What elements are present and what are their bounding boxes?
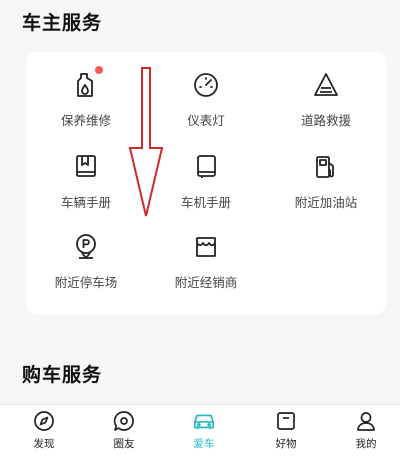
- service-vehicle-manual[interactable]: 车辆手册: [26, 152, 146, 222]
- tab-discover[interactable]: 发现: [14, 409, 74, 455]
- oil-bottle-icon: [71, 66, 103, 100]
- owner-services-card: 保养维修 仪表灯 道路救援 车辆手册 车机手册 附近加油站 附近停车场 附近经销…: [26, 52, 386, 314]
- tab-label: 圈友: [113, 438, 135, 450]
- service-road-rescue[interactable]: 道路救援: [266, 70, 386, 140]
- service-label: 附近经销商: [174, 275, 238, 290]
- service-label: 附近停车场: [54, 275, 118, 290]
- service-label: 车机手册: [180, 195, 231, 210]
- shopping-bag-icon: [274, 409, 298, 433]
- purchase-services-title: 购车服务: [22, 364, 103, 386]
- service-label: 保养维修: [60, 113, 111, 128]
- fuel-pump-icon: [311, 152, 341, 182]
- tab-label: 爱车: [193, 438, 215, 450]
- service-nearby-gas-station[interactable]: 附近加油站: [266, 152, 386, 222]
- tab-my-car[interactable]: 爱车: [174, 409, 234, 455]
- car-icon: [192, 409, 216, 433]
- tab-label: 我的: [355, 438, 377, 450]
- store-icon: [191, 232, 221, 262]
- person-icon: [354, 409, 378, 433]
- book-icon: [71, 152, 101, 182]
- tab-circle-friends[interactable]: 圈友: [94, 409, 154, 455]
- service-label: 仪表灯: [187, 113, 225, 128]
- service-dashboard-lights[interactable]: 仪表灯: [146, 70, 266, 140]
- service-maintenance[interactable]: 保养维修: [26, 66, 146, 140]
- service-label: 车辆手册: [60, 195, 111, 210]
- tab-label: 好物: [275, 438, 297, 450]
- parking-pin-icon: [71, 232, 101, 262]
- compass-icon: [32, 409, 56, 433]
- service-label: 道路救援: [300, 113, 351, 128]
- service-label: 附近加油站: [294, 195, 358, 210]
- notification-badge: [95, 66, 103, 74]
- bottom-tab-bar: 发现 圈友 爱车 好物 我的: [0, 404, 400, 457]
- service-nearby-parking[interactable]: 附近停车场: [26, 232, 146, 302]
- manual-icon: [191, 152, 221, 182]
- tab-label: 发现: [33, 438, 55, 450]
- owner-services-title: 车主服务: [22, 12, 103, 34]
- warning-triangle-icon: [311, 70, 341, 100]
- tab-me[interactable]: 我的: [336, 409, 396, 455]
- tab-goods[interactable]: 好物: [256, 409, 316, 455]
- chat-bubble-icon: [112, 409, 136, 433]
- service-nearby-dealer[interactable]: 附近经销商: [146, 232, 266, 302]
- service-infotainment-manual[interactable]: 车机手册: [146, 152, 266, 222]
- gauge-icon: [191, 70, 221, 100]
